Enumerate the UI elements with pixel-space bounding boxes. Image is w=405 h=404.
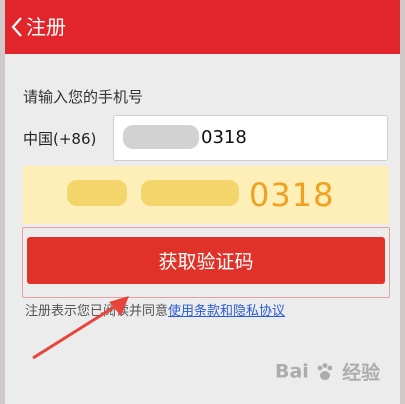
- right-edge: [400, 0, 405, 404]
- watermark-brand-right: 经验: [342, 362, 381, 384]
- terms-link[interactable]: 使用条款和隐私协议: [168, 304, 285, 319]
- blurred-digits-large: [141, 180, 239, 206]
- blurred-digits: [123, 125, 199, 149]
- baidu-jingyan-watermark: Bai 经验: [275, 358, 399, 392]
- country-code-label: 中国(+86): [23, 130, 97, 148]
- page-title: 注册: [26, 15, 66, 39]
- title-bar: 注册: [5, 0, 400, 54]
- magnified-number-suffix: 0318: [249, 176, 335, 214]
- phone-prompt-label: 请输入您的手机号: [23, 88, 144, 106]
- phone-number-suffix: 0318: [201, 127, 247, 148]
- get-verification-code-button[interactable]: 获取验证码: [27, 237, 385, 284]
- watermark-brand-left: Bai: [275, 360, 309, 383]
- register-screen: 注册 请输入您的手机号 中国(+86) 0318 0318 获取验证码 注册表示…: [5, 0, 400, 404]
- baidu-paw-icon: [318, 362, 333, 380]
- chevron-left-icon: [11, 17, 22, 37]
- back-button[interactable]: 注册: [5, 0, 75, 54]
- red-arrow-icon: [32, 296, 129, 360]
- number-magnifier-panel: 0318: [23, 166, 389, 224]
- blurred-digits-large: [67, 180, 127, 206]
